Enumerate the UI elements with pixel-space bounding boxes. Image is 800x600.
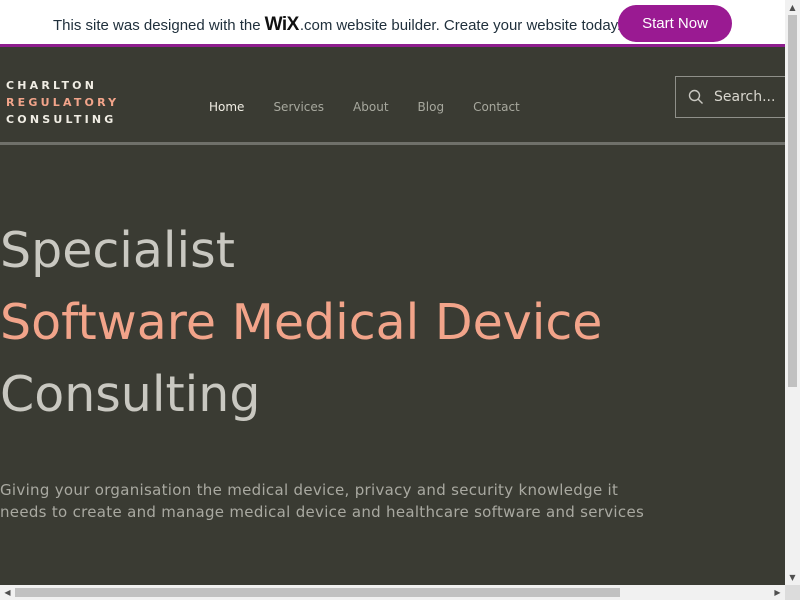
nav-home[interactable]: Home: [209, 100, 244, 114]
nav-about[interactable]: About: [353, 100, 388, 114]
hero-title-line-1: Specialist: [0, 222, 235, 279]
scrollbar-corner: [785, 585, 800, 600]
wix-banner-text: This site was designed with the WiX .com…: [53, 14, 621, 36]
header-divider: [0, 142, 785, 145]
tagline-line-1: Giving your organisation the medical dev…: [0, 481, 619, 499]
logo-line-1: CHARLTON: [6, 79, 98, 92]
horizontal-scrollbar[interactable]: ◀ ▶: [0, 585, 785, 600]
horizontal-scroll-thumb[interactable]: [15, 588, 620, 597]
start-now-button[interactable]: Start Now: [618, 5, 732, 42]
hero-title-line-2: Software Medical Device: [0, 294, 603, 351]
scroll-right-arrow-icon[interactable]: ▶: [770, 585, 785, 600]
tagline-line-2: needs to create and manage medical devic…: [0, 503, 645, 521]
scroll-left-arrow-icon[interactable]: ◀: [0, 585, 15, 600]
hero-title-line-3: Consulting: [0, 366, 261, 423]
wix-logo[interactable]: WiX: [265, 14, 300, 36]
hero-section: Specialist Software Medical Device Consu…: [0, 215, 602, 431]
nav-blog[interactable]: Blog: [418, 100, 445, 114]
site-header: CHARLTON REGULATORY CONSULTING Home Serv…: [0, 50, 787, 142]
vertical-scroll-thumb[interactable]: [788, 15, 797, 387]
logo-line-3: CONSULTING: [6, 113, 117, 126]
wix-banner: This site was designed with the WiX .com…: [0, 0, 785, 47]
wix-logo-com: .com: [299, 17, 333, 34]
scroll-down-arrow-icon[interactable]: ▼: [785, 570, 800, 585]
site-logo[interactable]: CHARLTON REGULATORY CONSULTING: [6, 77, 119, 128]
logo-line-2: REGULATORY: [6, 96, 120, 109]
search-input[interactable]: [714, 89, 784, 105]
scroll-up-arrow-icon[interactable]: ▲: [785, 0, 800, 15]
main-nav: Home Services About Blog Contact: [209, 100, 549, 114]
search-box[interactable]: [675, 76, 787, 118]
nav-contact[interactable]: Contact: [473, 100, 520, 114]
vertical-scrollbar[interactable]: ▲ ▼: [785, 0, 800, 585]
hero-tagline: Giving your organisation the medical dev…: [0, 479, 700, 523]
search-icon[interactable]: [688, 89, 704, 105]
nav-services[interactable]: Services: [273, 100, 324, 114]
wix-text-before: This site was designed with the: [53, 17, 261, 34]
wix-text-after: website builder. Create your website tod…: [336, 17, 622, 34]
